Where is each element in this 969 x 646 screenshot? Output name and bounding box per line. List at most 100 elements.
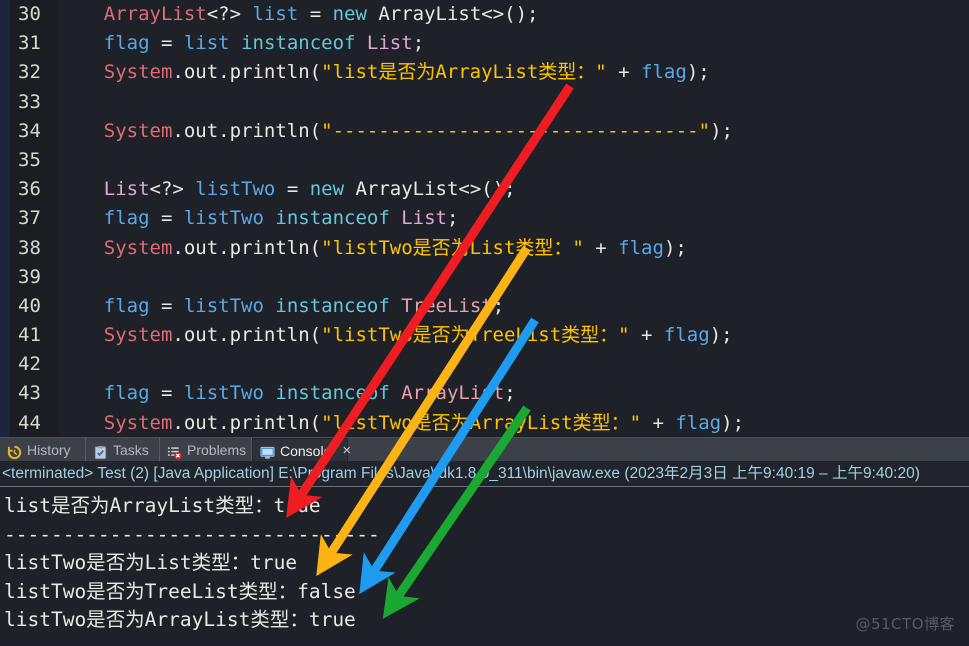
- code-line[interactable]: 41 System.out.println("listTwo是否为TreeLis…: [0, 321, 969, 350]
- line-number: 37: [18, 207, 41, 230]
- code-token: flag: [103, 32, 150, 55]
- code-token: =: [149, 382, 184, 405]
- code-token: flag: [103, 382, 150, 405]
- code-token: listTwo: [183, 207, 264, 230]
- code-line[interactable]: 43 flag = listTwo instanceof ArrayList;: [0, 379, 969, 408]
- code-line[interactable]: 33: [0, 88, 969, 117]
- code-line[interactable]: 34 System.out.println("-----------------…: [0, 117, 969, 146]
- code-line[interactable]: 31 flag = list instanceof List;: [0, 29, 969, 58]
- view-tab-bar[interactable]: History Tasks Problems Console ×: [0, 437, 969, 462]
- code-token: +: [629, 324, 664, 347]
- code-token: new: [309, 178, 345, 201]
- line-number: 36: [18, 178, 41, 201]
- tab-tasks[interactable]: Tasks: [86, 438, 160, 462]
- code-token: flag: [641, 61, 687, 84]
- code-token: ;: [447, 207, 459, 230]
- code-token: );: [721, 411, 745, 434]
- code-token: System: [103, 411, 173, 434]
- code-token: List: [401, 207, 447, 230]
- line-number: 43: [18, 382, 41, 405]
- line-number: 41: [18, 324, 41, 347]
- code-token: instanceof: [263, 207, 390, 230]
- code-line[interactable]: 42: [0, 350, 969, 379]
- code-editor[interactable]: 30 ArrayList<?> list = new ArrayList<>()…: [0, 0, 969, 463]
- code-token: =: [275, 178, 310, 201]
- code-token: "listTwo是否为List类型：": [321, 236, 584, 259]
- code-text: flag = listTwo instanceof List;: [58, 204, 459, 233]
- code-line[interactable]: 35: [0, 146, 969, 175]
- code-line[interactable]: 30 ArrayList<?> list = new ArrayList<>()…: [0, 0, 969, 29]
- code-text: System.out.println("listTwo是否为ArrayList类…: [58, 409, 744, 438]
- watermark: @51CTO博客: [855, 615, 955, 633]
- console-icon: [260, 443, 275, 459]
- tab-console[interactable]: Console ×: [252, 438, 351, 462]
- ide-window: 30 ArrayList<?> list = new ArrayList<>()…: [0, 0, 969, 646]
- console-output[interactable]: list是否为ArrayList类型：true -----------------…: [0, 488, 969, 646]
- tab-label: Problems: [187, 442, 247, 458]
- code-token: list: [252, 3, 299, 25]
- code-text: System.out.println("listTwo是否为TreeList类型…: [58, 321, 733, 350]
- tab-label: Console: [280, 442, 332, 459]
- code-text: ArrayList<?> list = new ArrayList<>();: [58, 0, 539, 29]
- line-number: 35: [18, 148, 41, 171]
- problems-icon: [167, 443, 182, 459]
- line-number: 31: [18, 32, 41, 55]
- code-token: System: [103, 119, 173, 142]
- line-number: 42: [18, 353, 41, 376]
- code-token: ;: [492, 294, 505, 317]
- line-number: 39: [18, 265, 41, 288]
- code-token: list: [183, 32, 230, 55]
- code-token: .out.println(: [172, 411, 322, 434]
- code-token: );: [710, 119, 733, 142]
- code-text: flag = list instanceof List;: [58, 29, 424, 58]
- code-token: instanceof: [229, 32, 356, 55]
- code-lines[interactable]: 30 ArrayList<?> list = new ArrayList<>()…: [0, 0, 969, 467]
- code-token: listTwo: [183, 294, 264, 317]
- code-line[interactable]: 32 System.out.println("list是否为ArrayList类…: [0, 58, 969, 87]
- code-token: "listTwo是否为TreeList类型：": [321, 324, 630, 347]
- code-token: .out.println(: [172, 119, 322, 142]
- code-token: instanceof: [263, 382, 390, 405]
- tasks-icon: [93, 443, 108, 459]
- code-token: =: [149, 32, 184, 55]
- code-token: .out.println(: [172, 61, 322, 84]
- code-token: TreeList: [401, 294, 493, 317]
- history-icon: [7, 443, 22, 459]
- code-token: ;: [504, 382, 516, 405]
- code-line[interactable]: 40 flag = listTwo instanceof TreeList;: [0, 292, 969, 321]
- code-line[interactable]: 37 flag = listTwo instanceof List;: [0, 204, 969, 233]
- code-token: ArrayList<>();: [366, 3, 539, 25]
- code-text: flag = listTwo instanceof TreeList;: [58, 292, 504, 321]
- tab-history[interactable]: History: [0, 438, 86, 462]
- code-line[interactable]: 38 System.out.println("listTwo是否为List类型：…: [0, 234, 969, 263]
- code-line[interactable]: 39: [0, 263, 969, 292]
- code-token: +: [641, 411, 676, 434]
- code-text: flag = listTwo instanceof ArrayList;: [58, 379, 516, 408]
- code-token: ;: [412, 32, 425, 55]
- code-token: "--------------------------------": [321, 119, 711, 142]
- console-line: listTwo是否为List类型：true: [4, 551, 298, 574]
- code-token: System: [103, 324, 173, 347]
- close-icon[interactable]: ×: [342, 443, 351, 458]
- code-token: flag: [675, 411, 722, 434]
- tab-problems[interactable]: Problems: [160, 438, 252, 462]
- code-line[interactable]: 44 System.out.println("listTwo是否为ArrayLi…: [0, 409, 969, 438]
- code-token: System: [103, 236, 173, 259]
- code-token: flag: [663, 324, 710, 347]
- line-number: 40: [18, 294, 41, 317]
- code-line[interactable]: 36 List<?> listTwo = new ArrayList<>();: [0, 175, 969, 204]
- code-token: =: [149, 207, 184, 230]
- code-text: System.out.println("listTwo是否为List类型：" +…: [58, 234, 687, 263]
- code-token: <?>: [149, 178, 196, 201]
